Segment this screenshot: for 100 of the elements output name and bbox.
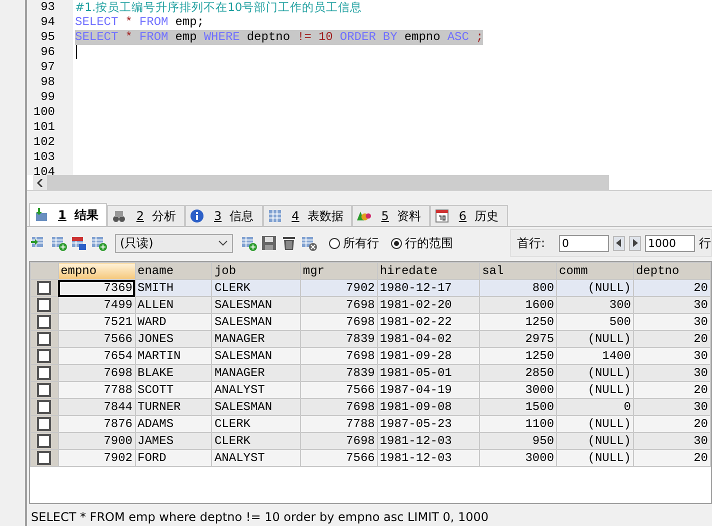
tab[interactable]: 1 结果	[29, 203, 108, 226]
table-cell: 7698	[300, 314, 378, 330]
table-cell: JONES	[135, 330, 212, 348]
status-text: SELECT * FROM emp where deptno != 10 order by empno asc LIMIT 0, 1000	[30, 509, 490, 526]
table-cell: CLERK	[212, 280, 300, 296]
code-token: ASC	[447, 30, 469, 45]
table-cell: (NULL)	[556, 432, 634, 450]
scroll-left-button[interactable]	[33, 175, 47, 190]
table-cell: 500	[556, 314, 634, 330]
table-cell: 800	[480, 280, 557, 296]
table-cell: SALESMAN	[212, 398, 300, 416]
table-add-icon[interactable]	[51, 235, 67, 251]
code-token: SELECT	[75, 15, 118, 30]
table-cell: 1981-04-02	[377, 330, 480, 348]
line-number: 96	[40, 45, 56, 60]
column-header[interactable]: empno	[58, 262, 136, 280]
table-delete-icon[interactable]	[301, 235, 317, 251]
code-token: deptno	[246, 30, 290, 45]
code-token: WHERE	[204, 30, 240, 45]
column-header[interactable]: job	[212, 262, 300, 280]
code-token: emp;	[175, 15, 204, 30]
trash-icon[interactable]	[281, 235, 297, 251]
table-cell: CLERK	[212, 416, 300, 432]
table-cell: MARTIN	[135, 348, 212, 364]
radio-option[interactable]: 所有行	[329, 234, 379, 252]
code-token: ORDER	[340, 30, 376, 45]
table-cell: (NULL)	[556, 280, 634, 296]
column-header[interactable]: hiredate	[377, 262, 480, 280]
table-window-icon[interactable]	[71, 235, 87, 251]
table-cell: 1987-05-23	[377, 416, 480, 432]
row-checkbox[interactable]	[37, 366, 52, 380]
table-cell: 300	[556, 296, 634, 314]
table-cell: 7654	[58, 348, 136, 364]
table-cell: 1100	[480, 416, 557, 432]
table-cell: 7900	[58, 432, 136, 450]
column-header[interactable]: sal	[480, 262, 557, 280]
tab[interactable]: 2 分析	[107, 205, 185, 226]
row-checkbox[interactable]	[37, 416, 52, 431]
table-add-icon[interactable]	[241, 235, 257, 251]
chevron-left-icon	[36, 178, 44, 186]
table-cell: 30	[633, 348, 710, 364]
previous-button[interactable]	[613, 236, 625, 250]
tab[interactable]: 6 历史	[430, 205, 508, 226]
row-checkbox[interactable]	[37, 280, 52, 295]
first-row-field[interactable]: 0	[559, 234, 609, 252]
table-cell: 1600	[480, 296, 557, 314]
triangle-right-icon	[632, 239, 638, 247]
row-count-field[interactable]: 1000	[645, 234, 695, 252]
table-cell: 3000	[480, 382, 557, 398]
row-checkbox[interactable]	[37, 314, 52, 329]
table-cell: 7698	[58, 364, 136, 382]
table-cell: (NULL)	[556, 450, 634, 466]
table-cell: 30	[633, 364, 710, 382]
table-cell: 20	[633, 416, 710, 432]
line-number: 95	[40, 30, 56, 45]
next-button[interactable]	[629, 236, 641, 250]
table-cell: (NULL)	[556, 364, 634, 382]
radio-option[interactable]: 行的范围	[391, 234, 453, 252]
table-cell: 1400	[556, 348, 634, 364]
table-cell: 20	[633, 330, 710, 348]
table-cell: 1981-12-03	[377, 450, 480, 466]
row-checkbox[interactable]	[37, 348, 52, 363]
table-cell: 20	[633, 280, 710, 296]
table-icon	[268, 209, 282, 223]
table-cell: ADAMS	[135, 416, 212, 432]
column-header[interactable]: comm	[556, 262, 634, 280]
tab[interactable]: 4 表数据	[262, 205, 352, 226]
mode-dropdown[interactable]: (只读)	[115, 234, 233, 252]
table-cell: ANALYST	[212, 382, 300, 398]
tab[interactable]: 3 信息	[185, 205, 263, 226]
binoculars-icon	[112, 209, 126, 223]
table-cell: TURNER	[135, 398, 212, 416]
table-cell: 2850	[480, 364, 557, 382]
row-checkbox[interactable]	[37, 400, 52, 414]
table-cell: 7788	[300, 416, 378, 432]
table-cell: 7499	[58, 296, 136, 314]
row-checkbox[interactable]	[37, 450, 52, 465]
row-checkbox[interactable]	[37, 332, 52, 346]
column-header[interactable]: mgr	[300, 262, 378, 280]
save-icon[interactable]	[261, 235, 277, 251]
table-arrow-icon	[34, 208, 48, 222]
code-token: BY	[382, 30, 398, 45]
table-cell: 7876	[58, 416, 136, 432]
line-number: 99	[40, 90, 56, 105]
table-cell: 1981-09-08	[377, 398, 480, 416]
table-add-icon[interactable]	[91, 235, 107, 251]
tab[interactable]: 5 资料	[352, 205, 430, 226]
code-token: *	[125, 30, 132, 45]
code-token: 10	[318, 30, 333, 45]
column-header[interactable]: deptno	[633, 262, 710, 280]
line-number: 98	[40, 75, 56, 90]
table-cell: 30	[633, 314, 710, 330]
code-token: SELECT	[75, 30, 118, 45]
table-cell: 2975	[480, 330, 557, 348]
row-checkbox[interactable]	[37, 298, 52, 312]
column-header[interactable]: ename	[135, 262, 212, 280]
line-number: 103	[32, 150, 56, 165]
row-checkbox[interactable]	[37, 382, 52, 397]
table-cell: 3000	[480, 450, 557, 466]
row-checkbox[interactable]	[37, 434, 52, 448]
